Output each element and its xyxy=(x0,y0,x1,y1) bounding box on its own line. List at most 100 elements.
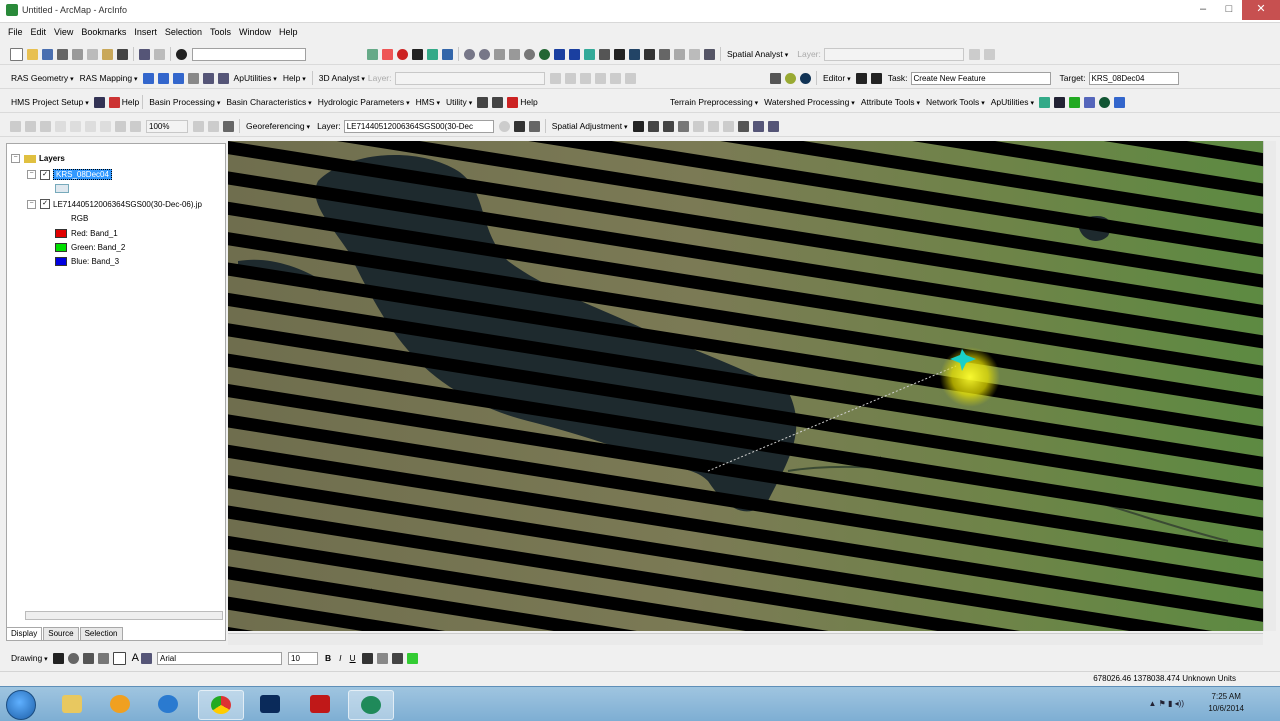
map-vertical-scrollbar[interactable] xyxy=(1263,141,1276,631)
green-band-swatch-icon[interactable] xyxy=(55,243,67,252)
menu-view[interactable]: View xyxy=(54,27,73,37)
toc-layer-landsat[interactable]: − ✓ LE71440512006364SGS00(30-Dec-06).jp xyxy=(27,199,202,209)
back-extent-icon[interactable] xyxy=(554,48,565,60)
spatial-analyst-dropdown[interactable]: Spatial Analyst xyxy=(727,49,788,59)
river-tool-icon[interactable] xyxy=(187,72,199,84)
globe-tool-icon[interactable] xyxy=(1098,96,1110,108)
tab-source[interactable]: Source xyxy=(43,627,79,641)
rotate-icon[interactable] xyxy=(498,120,510,132)
profile-graph-icon[interactable] xyxy=(770,72,781,84)
time-slider-icon[interactable] xyxy=(704,48,715,60)
toc-horizontal-scrollbar[interactable] xyxy=(25,611,223,620)
delete-icon[interactable] xyxy=(117,48,128,60)
menu-tools[interactable]: Tools xyxy=(210,27,231,37)
layer-visibility-checkbox[interactable]: ✓ xyxy=(40,199,50,209)
tab-selection[interactable]: Selection xyxy=(79,627,123,641)
import-ras-icon[interactable] xyxy=(157,72,169,84)
utility-dropdown[interactable]: Utility xyxy=(446,97,472,107)
xs-cut-icon[interactable] xyxy=(202,72,214,84)
multi-link-icon[interactable] xyxy=(677,120,689,132)
start-button[interactable] xyxy=(6,690,36,720)
assign-hydroid-icon[interactable] xyxy=(1068,96,1080,108)
table-tool-icon[interactable] xyxy=(1083,96,1095,108)
aputilities-dropdown[interactable]: ApUtilities xyxy=(234,73,277,83)
toc-band-blue[interactable]: Blue: Band_3 xyxy=(55,257,119,266)
marker-color-icon[interactable] xyxy=(406,652,418,664)
hydrologic-parameters-dropdown[interactable]: Hydrologic Parameters xyxy=(318,97,410,107)
red-band-swatch-icon[interactable] xyxy=(55,229,67,238)
ras-geometry-dropdown[interactable]: RAS Geometry xyxy=(11,73,74,83)
model-builder-icon[interactable] xyxy=(427,48,438,60)
collapse-icon[interactable]: − xyxy=(27,170,36,179)
toc-layer-krs[interactable]: − ✓ KRS_08Dec04 xyxy=(27,169,112,180)
hms-help2-icon[interactable] xyxy=(507,96,519,108)
hms-dropdown[interactable]: HMS xyxy=(416,97,440,107)
toc-band-green[interactable]: Green: Band_2 xyxy=(55,243,125,252)
drawing-dropdown[interactable]: Drawing xyxy=(11,653,48,663)
layer-setup-icon[interactable] xyxy=(142,72,154,84)
select-elements-icon[interactable] xyxy=(614,48,625,60)
taskbar-media-player[interactable] xyxy=(98,690,142,718)
watershed-processing-dropdown[interactable]: Watershed Processing xyxy=(764,97,855,107)
print-icon[interactable] xyxy=(57,48,68,60)
edit-vertices-icon[interactable] xyxy=(141,652,152,664)
editor-toolbar-icon[interactable] xyxy=(367,48,378,60)
line-color-icon[interactable] xyxy=(391,652,403,664)
polygon-symbol-icon[interactable] xyxy=(55,184,69,193)
font-size-select[interactable]: 10 xyxy=(288,651,318,665)
sketch-tool-icon[interactable] xyxy=(870,72,882,84)
hms-help-icon[interactable] xyxy=(108,96,120,108)
ras-mapping-dropdown[interactable]: RAS Mapping xyxy=(80,73,138,83)
toc-layers-root[interactable]: − Layers xyxy=(11,154,65,163)
measure-icon[interactable] xyxy=(659,48,670,60)
flow-trace-icon[interactable] xyxy=(1038,96,1050,108)
map-scale-field[interactable] xyxy=(192,47,306,61)
paste-icon[interactable] xyxy=(102,48,113,60)
cut-icon[interactable] xyxy=(72,48,83,60)
menu-help[interactable]: Help xyxy=(279,27,298,37)
taskbar-explorer[interactable] xyxy=(50,690,94,718)
arcglobe-icon[interactable] xyxy=(800,72,811,84)
whats-this-icon[interactable] xyxy=(442,48,453,60)
graph-tool-icon[interactable] xyxy=(477,96,489,108)
arcscene-icon[interactable] xyxy=(785,72,796,84)
menu-selection[interactable]: Selection xyxy=(165,27,202,37)
hms-tool-icon[interactable] xyxy=(93,96,105,108)
close-button[interactable]: ✕ xyxy=(1242,0,1280,20)
maximize-button[interactable]: □ xyxy=(1216,0,1242,20)
menu-insert[interactable]: Insert xyxy=(134,27,157,37)
terrain-preprocessing-dropdown[interactable]: Terrain Preprocessing xyxy=(670,97,758,107)
rotate-element-icon[interactable] xyxy=(67,652,79,664)
network-tools-dropdown[interactable]: Network Tools xyxy=(926,97,985,107)
pan-icon[interactable] xyxy=(524,48,535,60)
3d-analyst-dropdown[interactable]: 3D Analyst xyxy=(319,73,365,83)
menu-bookmarks[interactable]: Bookmarks xyxy=(81,27,126,37)
spatial-analyst-layer-field[interactable] xyxy=(823,47,964,61)
zoom-to-selected-icon[interactable] xyxy=(82,652,94,664)
menu-window[interactable]: Window xyxy=(239,27,271,37)
taskbar-internet-explorer[interactable] xyxy=(146,690,190,718)
command-line-icon[interactable] xyxy=(412,48,423,60)
text-tool-button[interactable]: A xyxy=(132,652,139,664)
new-document-icon[interactable] xyxy=(10,47,23,61)
view-link-table-icon[interactable] xyxy=(528,120,540,132)
menu-edit[interactable]: Edit xyxy=(31,27,47,37)
html-popup-icon[interactable] xyxy=(689,48,700,60)
font-name-select[interactable]: Arial xyxy=(157,651,282,665)
archydro-aputilities-dropdown[interactable]: ApUtilities xyxy=(991,97,1034,107)
taskbar-acrobat[interactable] xyxy=(298,690,342,718)
fixed-zoom-in-icon[interactable] xyxy=(494,48,505,60)
arctoolbox-icon[interactable] xyxy=(382,48,393,60)
basin-characteristics-dropdown[interactable]: Basin Characteristics xyxy=(226,97,311,107)
undo-icon[interactable] xyxy=(139,48,150,60)
georas-help-dropdown[interactable]: Help xyxy=(283,73,306,83)
adjust-select-icon[interactable] xyxy=(632,120,644,132)
add-data-icon[interactable] xyxy=(176,48,187,60)
toc-band-red[interactable]: Red: Band_1 xyxy=(55,229,118,238)
zoom-out-icon[interactable] xyxy=(479,48,490,60)
find-icon[interactable] xyxy=(644,48,655,60)
minimize-button[interactable]: – xyxy=(1190,0,1216,20)
attribute-transfer-icon[interactable] xyxy=(767,120,779,132)
collapse-icon[interactable]: − xyxy=(27,199,36,209)
python-icon[interactable] xyxy=(397,48,408,60)
